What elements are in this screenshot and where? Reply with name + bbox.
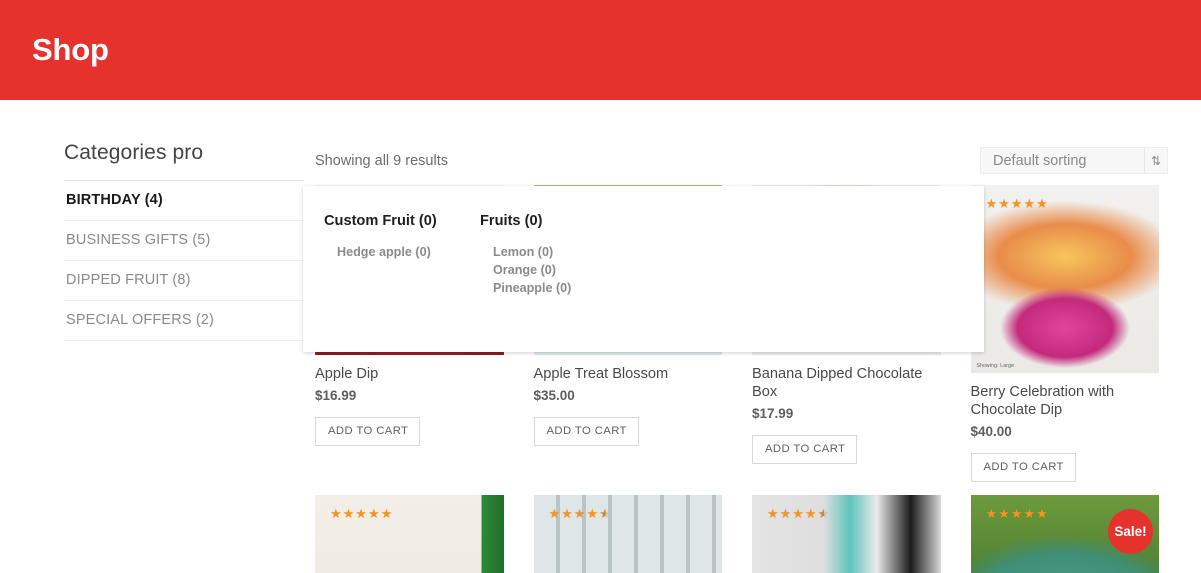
rating-stars: ★★★★★ (767, 506, 831, 521)
sorting-select[interactable]: Default sorting ⇅ (980, 147, 1168, 174)
product-card: ★★★★★ (315, 495, 504, 573)
sorting-select-value: Default sorting (993, 152, 1087, 169)
mega-sub-item-hedge-apple[interactable]: Hedge apple (0) (337, 243, 480, 261)
site-header: Shop (0, 0, 1201, 100)
product-price: $40.00 (970, 424, 1012, 439)
add-to-cart-button[interactable]: ADD TO CART (533, 417, 639, 446)
shop-page: Shop Categories pro BIRTHDAY (4) BUSINES… (0, 0, 1201, 573)
product-thumbnail[interactable]: ★★★★★ (315, 495, 504, 573)
product-card: ★★★★★ Showing: Large Berry Celebration w… (970, 185, 1160, 482)
product-title[interactable]: Apple Treat Blossom (534, 365, 723, 383)
mega-column-fruits: Fruits (0) Lemon (0) Orange (0) Pineappl… (480, 212, 636, 297)
mega-column-heading[interactable]: Fruits (0) (480, 212, 636, 230)
mega-dropdown-columns: Custom Fruit (0) Hedge apple (0) Fruits … (303, 186, 984, 297)
category-mega-dropdown: Custom Fruit (0) Hedge apple (0) Fruits … (303, 186, 984, 352)
results-count: Showing all 9 results (315, 153, 448, 169)
product-thumbnail[interactable]: ★★★★★ Sale! (970, 495, 1159, 573)
product-price: $35.00 (533, 388, 575, 403)
product-image (970, 185, 1159, 373)
add-to-cart-button[interactable]: ADD TO CART (970, 453, 1076, 482)
rating-stars: ★★★★★ (330, 506, 394, 521)
add-to-cart-button[interactable]: ADD TO CART (752, 435, 858, 464)
product-thumbnail[interactable]: ★★★★★ Showing: Large (970, 185, 1159, 373)
product-title[interactable]: Berry Celebration with Chocolate Dip (971, 383, 1160, 419)
sidebar-item-business-gifts[interactable]: BUSINESS GIFTS (5) (64, 221, 304, 261)
chevron-updown-icon: ⇅ (1150, 153, 1162, 168)
image-caption: Showing: Large (976, 363, 1015, 369)
add-to-cart-button[interactable]: ADD TO CART (315, 417, 421, 446)
product-price: $16.99 (315, 388, 357, 403)
sale-badge: Sale! (1108, 509, 1153, 554)
product-thumbnail[interactable]: ★★★★★ (752, 495, 941, 573)
rating-stars: ★★★★★ (985, 506, 1049, 521)
category-list: BIRTHDAY (4) BUSINESS GIFTS (5) DIPPED F… (64, 180, 304, 341)
product-thumbnail[interactable]: ★★★★★ (533, 495, 722, 573)
sidebar-item-dipped-fruit[interactable]: DIPPED FRUIT (8) (64, 261, 304, 301)
page-title: Shop (32, 32, 109, 67)
mega-sub-list: Hedge apple (0) (324, 243, 480, 261)
mega-sub-list: Lemon (0) Orange (0) Pineapple (0) (480, 243, 636, 297)
product-row-2: ★★★★★ ★★★★★ ★★★★★ ★★★★★ Sale! (315, 495, 1170, 573)
product-card: ★★★★★ Sale! (970, 495, 1159, 573)
mega-column-custom-fruit: Custom Fruit (0) Hedge apple (0) (324, 212, 480, 297)
mega-column-heading[interactable]: Custom Fruit (0) (324, 212, 480, 230)
product-price: $17.99 (752, 406, 794, 421)
product-title[interactable]: Banana Dipped Chocolate Box (752, 365, 941, 401)
sidebar-title: Categories pro (64, 141, 204, 164)
sidebar-item-special-offers[interactable]: SPECIAL OFFERS (2) (64, 301, 304, 341)
categories-sidebar: Categories pro BIRTHDAY (4) BUSINESS GIF… (64, 140, 304, 341)
product-title[interactable]: Apple Dip (315, 365, 504, 383)
rating-stars: ★★★★★ (548, 506, 612, 521)
product-card: ★★★★★ (533, 495, 722, 573)
rating-stars: ★★★★★ (985, 196, 1049, 211)
sidebar-item-birthday[interactable]: BIRTHDAY (4) (64, 181, 304, 221)
mega-sub-item-orange[interactable]: Orange (0) (493, 261, 636, 279)
mega-sub-item-lemon[interactable]: Lemon (0) (493, 243, 636, 261)
mega-sub-item-pineapple[interactable]: Pineapple (0) (493, 279, 636, 297)
product-card: ★★★★★ (752, 495, 941, 573)
